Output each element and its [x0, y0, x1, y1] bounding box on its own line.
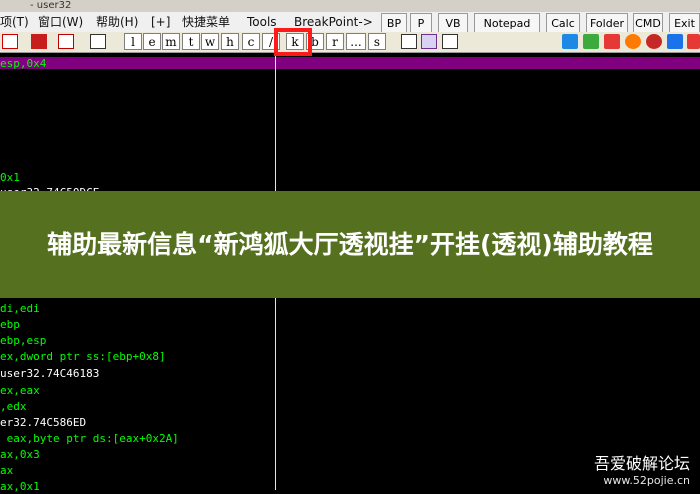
code-line[interactable]: eax,byte ptr ds:[eax+0x2A] — [0, 432, 179, 446]
code-line[interactable]: ,edx — [0, 400, 27, 414]
plugin-button[interactable]: Exit — [669, 13, 700, 33]
grid-icon[interactable] — [667, 34, 683, 49]
window-title-strip: - user32 — [0, 0, 700, 12]
window-button[interactable]: w — [201, 33, 219, 50]
code-line[interactable]: ax,0x3 — [0, 448, 40, 462]
menu-item[interactable]: 窗口(W) — [38, 12, 83, 32]
code-line[interactable]: ex,eax — [0, 384, 40, 398]
step-over-icon[interactable] — [58, 34, 74, 49]
code-line[interactable]: ax,0x1 — [0, 480, 40, 494]
code-line[interactable]: di,edi — [0, 302, 40, 316]
record-icon[interactable] — [625, 34, 641, 49]
bookmark-icon[interactable] — [421, 34, 437, 49]
banner-title: 辅助最新信息“新鸿狐大厅透视挂”开挂(透视)辅助教程 — [47, 229, 653, 259]
window-button[interactable]: m — [162, 33, 180, 50]
plugin-button[interactable]: P — [410, 13, 432, 33]
target-icon[interactable] — [646, 34, 662, 49]
plugin-button[interactable]: CMD — [633, 13, 663, 33]
highlight-box — [274, 28, 312, 56]
code-line[interactable]: er32.74C586ED — [0, 416, 86, 430]
site-watermark: 吾爱破解论坛 www.52pojie.cn — [594, 454, 690, 488]
stop-icon[interactable] — [31, 34, 47, 49]
window-button[interactable]: h — [221, 33, 239, 50]
window-button[interactable]: s — [368, 33, 386, 50]
menu-item[interactable]: Tools — [247, 12, 277, 32]
refresh-icon[interactable] — [562, 34, 578, 49]
list-icon[interactable] — [401, 34, 417, 49]
plugin-button[interactable]: Calc — [546, 13, 580, 33]
plugin-button[interactable]: VB — [438, 13, 468, 33]
help-icon[interactable] — [442, 34, 458, 49]
debugger-toolbar: l e m t w h c / k b r... s — [0, 32, 700, 53]
menu-item[interactable]: 快捷菜单 — [182, 12, 230, 32]
watermark-name: 吾爱破解论坛 — [593, 454, 690, 473]
code-line[interactable]: ax — [0, 464, 13, 478]
menu-item[interactable]: 帮助(H) — [96, 12, 138, 32]
plugin-button[interactable]: Folder — [586, 13, 628, 33]
window-button[interactable]: e — [143, 33, 161, 50]
window-button[interactable]: ... — [346, 33, 366, 50]
code-line[interactable]: ebp — [0, 318, 20, 332]
plugin-button[interactable]: BP — [381, 13, 407, 33]
menu-item[interactable]: 项(T) — [0, 12, 29, 32]
pause-green-icon[interactable] — [583, 34, 599, 49]
watermark-url: www.52pojie.cn — [603, 474, 690, 487]
title-banner: 辅助最新信息“新鸿狐大厅透视挂”开挂(透视)辅助教程 — [0, 191, 700, 298]
plugin-button[interactable]: Notepad — [474, 13, 540, 33]
window-button[interactable]: l — [124, 33, 142, 50]
code-line[interactable]: ex,dword ptr ss:[ebp+0x8] — [0, 350, 166, 364]
restart-icon[interactable] — [2, 34, 18, 49]
menu-item[interactable]: [+] — [151, 12, 170, 32]
execute-till-return-icon[interactable] — [90, 34, 106, 49]
plugin-red-icon[interactable] — [604, 34, 620, 49]
code-line[interactable]: esp,0x4 — [0, 57, 46, 71]
window-button[interactable]: r — [326, 33, 344, 50]
selected-line-highlight — [0, 57, 700, 69]
window-button[interactable]: t — [182, 33, 200, 50]
settings-icon[interactable] — [687, 34, 700, 49]
code-line[interactable]: 0x1 — [0, 171, 20, 185]
window-button[interactable]: c — [242, 33, 260, 50]
code-line[interactable]: ebp,esp — [0, 334, 46, 348]
window-title: - user32 — [30, 0, 72, 11]
code-line[interactable]: user32.74C46183 — [0, 367, 99, 381]
